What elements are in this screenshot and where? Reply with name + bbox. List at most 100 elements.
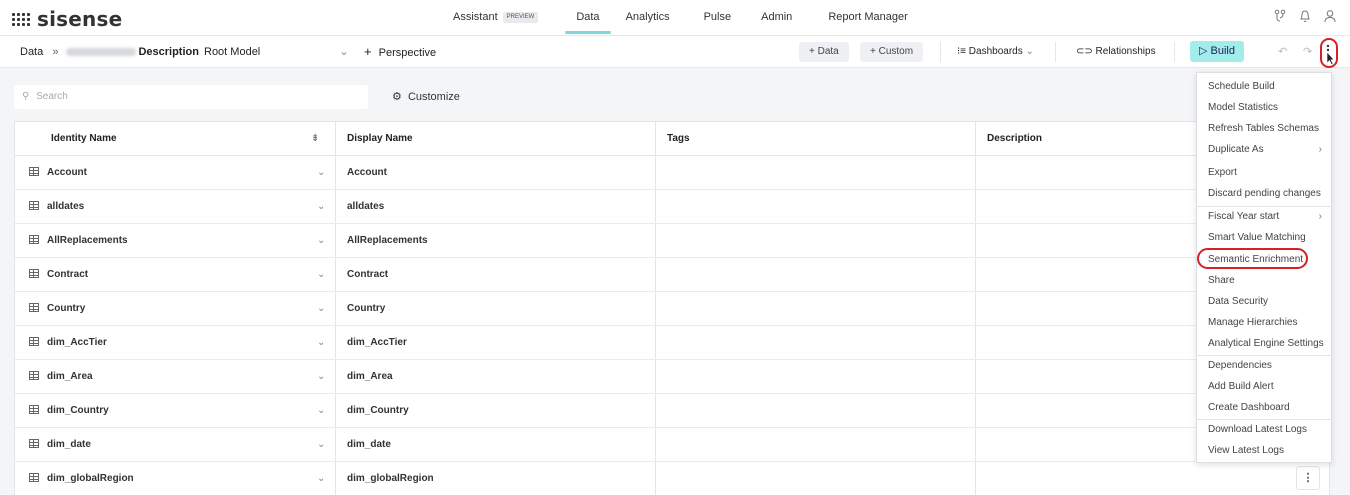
add-perspective-button[interactable]: + Perspective: [364, 36, 436, 68]
expand-chevron-icon[interactable]: ⌄: [317, 190, 325, 224]
tab-data[interactable]: Data: [563, 0, 612, 36]
menu-item-analytical-engine-settings[interactable]: Analytical Engine Settings: [1197, 333, 1331, 354]
add-data-button[interactable]: + Data: [799, 42, 849, 62]
sisense-logo[interactable]: sisense: [12, 7, 122, 31]
menu-item-view-latest-logs[interactable]: View Latest Logs: [1197, 440, 1331, 461]
identity-name: Country: [47, 303, 86, 314]
relationships-button[interactable]: ⊂⊃ Relationships: [1076, 36, 1156, 68]
menu-item-schedule-build[interactable]: Schedule Build: [1197, 76, 1331, 97]
expand-chevron-icon[interactable]: ⌄: [317, 224, 325, 258]
customize-label: Customize: [407, 91, 460, 103]
perspective-select-value: Root Model: [204, 46, 261, 58]
table-row[interactable]: dim_Country ⌄ dim_Country: [15, 394, 1329, 428]
chevron-right-icon: ›: [1318, 211, 1322, 222]
table-row[interactable]: Account ⌄ Account: [15, 156, 1329, 190]
menu-item-duplicate-as[interactable]: Duplicate As ›: [1197, 139, 1331, 160]
menu-item-export[interactable]: Export: [1197, 162, 1331, 183]
column-header-description[interactable]: Description: [987, 122, 1042, 156]
identity-name: dim_Area: [47, 371, 93, 382]
identity-name-cell: alldates: [29, 190, 84, 224]
table-header: Identity Name ⇟ Display Name Tags Descri…: [15, 122, 1329, 156]
table-row[interactable]: alldates ⌄ alldates: [15, 190, 1329, 224]
table-row[interactable]: dim_globalRegion ⌄ dim_globalRegion: [15, 462, 1329, 495]
table-row[interactable]: dim_AccTier ⌄ dim_AccTier: [15, 326, 1329, 360]
display-name-cell[interactable]: Country: [347, 292, 385, 326]
table-row[interactable]: AllReplacements ⌄ AllReplacements: [15, 224, 1329, 258]
menu-item-refresh-tables-schemas[interactable]: Refresh Tables Schemas: [1197, 118, 1331, 139]
gear-icon: ⚙: [392, 91, 402, 103]
display-name-cell[interactable]: dim_Country: [347, 394, 409, 428]
identity-name-cell: dim_Area: [29, 360, 93, 394]
menu-item-fiscal-year-start[interactable]: Fiscal Year start ›: [1197, 206, 1331, 227]
git-branch-icon[interactable]: [1274, 9, 1286, 26]
sort-icon[interactable]: ⇟: [311, 122, 319, 156]
undo-icon[interactable]: ↶: [1278, 36, 1287, 68]
menu-item-share[interactable]: Share: [1197, 270, 1331, 291]
identity-name: dim_Country: [47, 405, 109, 416]
table-icon: [29, 201, 39, 210]
search-placeholder: Search: [36, 91, 68, 102]
table-icon: [29, 405, 39, 414]
menu-item-dependencies[interactable]: Dependencies: [1197, 355, 1331, 376]
chevron-down-icon: ⌄: [339, 46, 349, 58]
search-input[interactable]: ⚲ Search: [14, 85, 368, 109]
menu-item-discard-pending-changes[interactable]: Discard pending changes: [1197, 183, 1331, 204]
tab-pulse[interactable]: Pulse: [691, 0, 745, 36]
display-name-cell[interactable]: Account: [347, 156, 387, 190]
display-name-cell[interactable]: dim_globalRegion: [347, 462, 434, 495]
table-icon: [29, 439, 39, 448]
plus-icon: +: [364, 44, 372, 59]
menu-item-create-dashboard[interactable]: Create Dashboard: [1197, 397, 1331, 418]
menu-item-add-build-alert[interactable]: Add Build Alert: [1197, 376, 1331, 397]
table-row[interactable]: Country ⌄ Country: [15, 292, 1329, 326]
table-row[interactable]: dim_Area ⌄ dim_Area: [15, 360, 1329, 394]
table-row[interactable]: Contract ⌄ Contract: [15, 258, 1329, 292]
column-header-tags[interactable]: Tags: [667, 122, 690, 156]
expand-chevron-icon[interactable]: ⌄: [317, 428, 325, 462]
expand-chevron-icon[interactable]: ⌄: [317, 394, 325, 428]
menu-item-download-latest-logs[interactable]: Download Latest Logs: [1197, 419, 1331, 440]
perspective-select[interactable]: Root Model ⌄: [204, 36, 349, 68]
row-more-options-button[interactable]: ⋮: [1296, 466, 1320, 490]
tab-assistant[interactable]: Assistant PREVIEW: [440, 0, 551, 36]
add-perspective-label: Perspective: [378, 47, 437, 59]
column-header-identity-name[interactable]: Identity Name: [51, 122, 117, 156]
preview-badge: PREVIEW: [502, 11, 539, 23]
customize-button[interactable]: ⚙ Customize: [392, 90, 460, 103]
display-name-cell[interactable]: Contract: [347, 258, 388, 292]
expand-chevron-icon[interactable]: ⌄: [317, 462, 325, 495]
display-name-cell[interactable]: alldates: [347, 190, 384, 224]
menu-item-model-statistics[interactable]: Model Statistics: [1197, 97, 1331, 118]
display-name-cell[interactable]: dim_Area: [347, 360, 393, 394]
add-custom-button[interactable]: + Custom: [860, 42, 924, 62]
breadcrumb-data-link[interactable]: Data: [20, 46, 43, 58]
expand-chevron-icon[interactable]: ⌄: [317, 292, 325, 326]
plus-icon: +: [809, 46, 815, 57]
build-button[interactable]: ▷ Build: [1190, 41, 1244, 62]
tab-report-manager[interactable]: Report Manager: [815, 0, 921, 36]
dashboards-dropdown[interactable]: ⁝≡ Dashboards ⌄: [957, 36, 1034, 68]
display-name-cell[interactable]: AllReplacements: [347, 224, 428, 258]
tab-analytics[interactable]: Analytics: [613, 0, 683, 36]
bell-icon[interactable]: [1299, 9, 1311, 26]
redo-icon[interactable]: ↷: [1303, 36, 1312, 68]
identity-name: dim_globalRegion: [47, 473, 134, 484]
table-icon: [29, 371, 39, 380]
expand-chevron-icon[interactable]: ⌄: [317, 156, 325, 190]
menu-item-label: Create Dashboard: [1208, 402, 1290, 413]
display-name-cell[interactable]: dim_AccTier: [347, 326, 407, 360]
menu-item-manage-hierarchies[interactable]: Manage Hierarchies: [1197, 312, 1331, 333]
expand-chevron-icon[interactable]: ⌄: [317, 360, 325, 394]
tab-label: Report Manager: [828, 11, 908, 23]
table-row[interactable]: dim_date ⌄ dim_date: [15, 428, 1329, 462]
menu-item-data-security[interactable]: Data Security: [1197, 291, 1331, 312]
column-header-display-name[interactable]: Display Name: [347, 122, 413, 156]
expand-chevron-icon[interactable]: ⌄: [317, 258, 325, 292]
more-options-button[interactable]: [1320, 38, 1338, 68]
display-name-cell[interactable]: dim_date: [347, 428, 391, 462]
relationships-label: Relationships: [1095, 46, 1156, 57]
tab-admin[interactable]: Admin: [748, 0, 805, 36]
menu-item-smart-value-matching[interactable]: Smart Value Matching: [1197, 227, 1331, 248]
user-icon[interactable]: [1324, 9, 1336, 26]
expand-chevron-icon[interactable]: ⌄: [317, 326, 325, 360]
